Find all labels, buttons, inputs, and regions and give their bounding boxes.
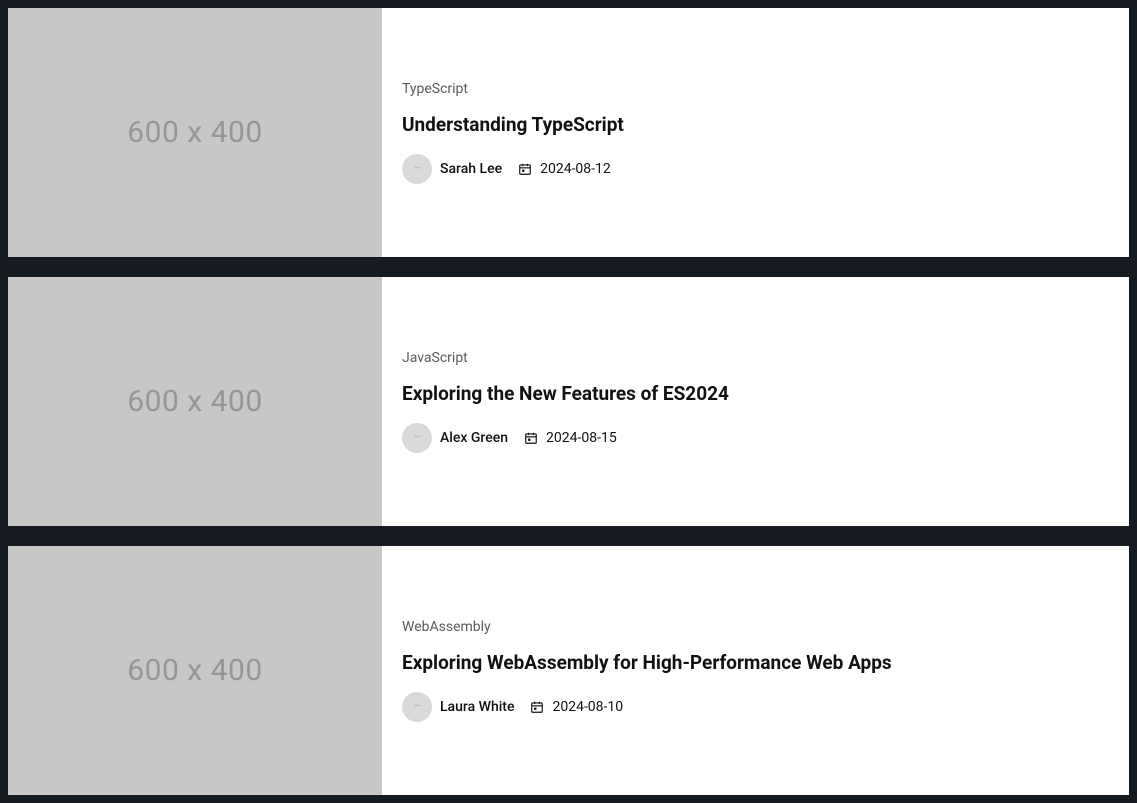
post-author[interactable]: ••• Alex Green: [402, 423, 508, 453]
post-card[interactable]: 600 x 400 JavaScript Exploring the New F…: [8, 277, 1129, 526]
avatar-placeholder-icon: •••: [414, 164, 420, 174]
post-author[interactable]: ••• Laura White: [402, 692, 514, 722]
post-category[interactable]: WebAssembly: [402, 619, 1109, 635]
image-dimensions-label: 600 x 400: [127, 384, 262, 419]
avatar-placeholder-icon: •••: [414, 433, 420, 443]
post-content: WebAssembly Exploring WebAssembly for Hi…: [382, 546, 1129, 795]
post-content: TypeScript Understanding TypeScript ••• …: [382, 8, 1129, 257]
date-text: 2024-08-10: [552, 699, 623, 715]
calendar-icon: [530, 700, 544, 714]
post-image-placeholder: 600 x 400: [8, 277, 382, 526]
image-dimensions-label: 600 x 400: [127, 653, 262, 688]
date-text: 2024-08-12: [540, 161, 611, 177]
post-title[interactable]: Understanding TypeScript: [402, 113, 1109, 138]
post-date: 2024-08-15: [524, 430, 617, 446]
post-list: 600 x 400 TypeScript Understanding TypeS…: [8, 8, 1129, 795]
avatar: •••: [402, 154, 432, 184]
post-content: JavaScript Exploring the New Features of…: [382, 277, 1129, 526]
post-date: 2024-08-12: [518, 161, 611, 177]
post-card[interactable]: 600 x 400 TypeScript Understanding TypeS…: [8, 8, 1129, 257]
calendar-icon: [518, 162, 532, 176]
avatar: •••: [402, 423, 432, 453]
post-card[interactable]: 600 x 400 WebAssembly Exploring WebAssem…: [8, 546, 1129, 795]
author-name: Laura White: [440, 699, 514, 715]
date-text: 2024-08-15: [546, 430, 617, 446]
post-date: 2024-08-10: [530, 699, 623, 715]
post-meta: ••• Laura White 2024-08-10: [402, 692, 1109, 722]
image-dimensions-label: 600 x 400: [127, 115, 262, 150]
post-category[interactable]: TypeScript: [402, 81, 1109, 97]
calendar-icon: [524, 431, 538, 445]
post-author[interactable]: ••• Sarah Lee: [402, 154, 502, 184]
post-title[interactable]: Exploring the New Features of ES2024: [402, 382, 1109, 407]
post-meta: ••• Alex Green 2024-08-15: [402, 423, 1109, 453]
post-title[interactable]: Exploring WebAssembly for High-Performan…: [402, 651, 1109, 676]
avatar-placeholder-icon: •••: [414, 702, 420, 712]
author-name: Sarah Lee: [440, 161, 502, 177]
post-image-placeholder: 600 x 400: [8, 546, 382, 795]
avatar: •••: [402, 692, 432, 722]
post-category[interactable]: JavaScript: [402, 350, 1109, 366]
post-image-placeholder: 600 x 400: [8, 8, 382, 257]
author-name: Alex Green: [440, 430, 508, 446]
post-meta: ••• Sarah Lee 2024-08-12: [402, 154, 1109, 184]
